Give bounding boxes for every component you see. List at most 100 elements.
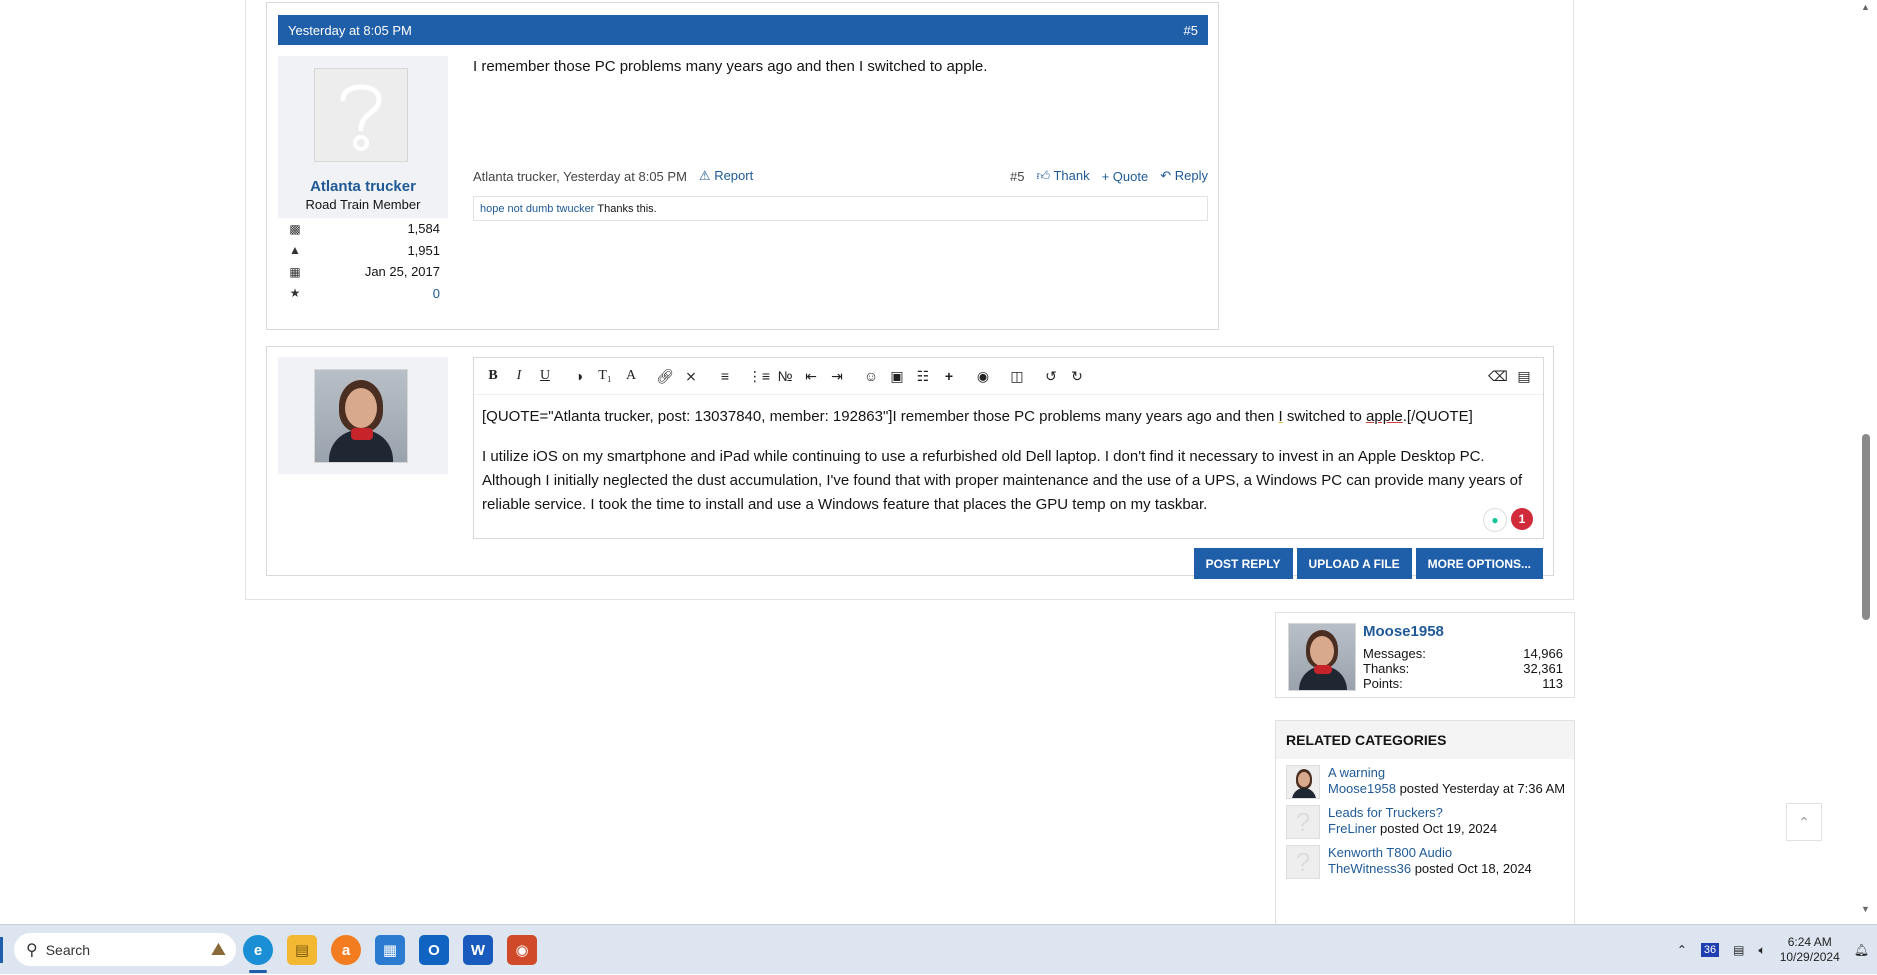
reply-label: Reply: [1174, 168, 1208, 183]
user-card-name[interactable]: Moose1958: [1363, 623, 1444, 640]
thanks-text: Thanks this.: [597, 202, 657, 215]
post-author-panel: Atlanta trucker Road Train Member ▩ 1,58…: [278, 56, 448, 321]
numbered-list-icon[interactable]: №: [772, 363, 798, 389]
chevron-up-icon[interactable]: ⌃: [1677, 943, 1687, 957]
grammar-count-badge[interactable]: 1: [1511, 508, 1533, 530]
font-icon[interactable]: A: [618, 363, 644, 389]
post-number-link[interactable]: #5: [1184, 23, 1198, 38]
save-draft-icon[interactable]: ◫: [1004, 363, 1030, 389]
post-meta: Atlanta trucker, Yesterday at 8:05 PM ⚠ …: [473, 166, 1208, 186]
smilies-icon[interactable]: ☺: [858, 363, 884, 389]
undo-icon[interactable]: ↺: [1038, 363, 1064, 389]
post-message: I remember those PC problems many years …: [473, 58, 988, 75]
author-name[interactable]: Atlanta trucker: [278, 178, 448, 195]
post-byline: Atlanta trucker, Yesterday at 8:05 PM: [473, 168, 687, 184]
search-placeholder: Search: [45, 941, 91, 958]
bullet-list-icon[interactable]: ⋮≡: [746, 363, 772, 389]
media-icon[interactable]: ☷: [910, 363, 936, 389]
align-icon[interactable]: ≡: [712, 363, 738, 389]
user-card-avatar[interactable]: [1288, 623, 1356, 691]
question-mark-icon: [340, 84, 382, 151]
italic-icon[interactable]: I: [506, 363, 532, 389]
redo-icon[interactable]: ↻: [1064, 363, 1090, 389]
page-scrollbar[interactable]: ▲ ▼: [1857, 0, 1877, 924]
thumbs-up-icon: ▲: [289, 243, 301, 258]
thank-button[interactable]: 👍︎ Thank: [1036, 168, 1089, 184]
reply-actions: POST REPLY UPLOAD A FILE MORE OPTIONS...: [1193, 548, 1543, 579]
upload-file-button[interactable]: UPLOAD A FILE: [1296, 548, 1412, 579]
related-item[interactable]: A warning Moose1958 posted Yesterday at …: [1276, 759, 1574, 799]
related-categories: RELATED CATEGORIES A warning Moose1958 p…: [1275, 720, 1575, 930]
scroll-up-arrow-icon[interactable]: ▲: [1861, 2, 1870, 12]
grammarly-icon[interactable]: ●: [1483, 508, 1507, 532]
app-icon[interactable]: ◉: [507, 935, 537, 965]
bold-icon[interactable]: B: [480, 363, 506, 389]
report-link[interactable]: ⚠ Report: [699, 168, 753, 184]
post-permalink[interactable]: #5: [1010, 169, 1024, 184]
related-link[interactable]: Kenworth T800 Audio: [1328, 845, 1532, 861]
related-user[interactable]: TheWitness36: [1328, 861, 1411, 876]
post-reply-button[interactable]: POST REPLY: [1193, 548, 1293, 579]
taskbar-search[interactable]: ⚲ Search ⛰: [14, 933, 236, 966]
related-link[interactable]: Leads for Truckers?: [1328, 805, 1497, 821]
reply-paragraph: I utilize iOS on my smartphone and iPad …: [482, 448, 1523, 513]
notification-bell-icon[interactable]: 🔔︎: [1854, 943, 1869, 957]
stat-joined: ▦ Jan 25, 2017: [278, 261, 448, 283]
reply-editor[interactable]: B I U ◑ T₁ A 🔗︎ ⨯ ≡ ⋮≡ № ⇤ ⇥ ☺ ▣ ☷ + ◉ ◫…: [473, 357, 1544, 539]
stat-joined-value: Jan 25, 2017: [364, 264, 440, 280]
thanks-user-link[interactable]: hope not dumb twucker: [480, 203, 594, 215]
indent-icon[interactable]: ⇥: [824, 363, 850, 389]
scrollbar-thumb[interactable]: [1862, 434, 1870, 620]
underline-icon[interactable]: U: [532, 363, 558, 389]
insert-icon[interactable]: +: [936, 363, 962, 389]
outlook-icon[interactable]: O: [419, 935, 449, 965]
file-explorer-icon[interactable]: ▤: [287, 935, 317, 965]
start-edge: [0, 937, 3, 963]
related-user[interactable]: FreLiner: [1328, 821, 1376, 836]
tray-badge[interactable]: 36: [1700, 943, 1720, 957]
scroll-down-arrow-icon[interactable]: ▼: [1861, 904, 1870, 914]
post-header: Yesterday at 8:05 PM #5: [278, 15, 1208, 45]
user-avatar[interactable]: [314, 369, 408, 463]
system-tray: ⌃ 36 ▤ 🔈︎ 6:24 AM 10/29/2024 🔔︎: [1677, 925, 1869, 975]
chevron-up-icon: ⌃: [1798, 813, 1810, 830]
avast-icon[interactable]: a: [331, 935, 361, 965]
thanks-list: hope not dumb twucker Thanks this.: [473, 196, 1208, 221]
related-avatar: [1286, 765, 1320, 799]
related-link[interactable]: A warning: [1328, 765, 1565, 781]
volume-icon[interactable]: 🔈︎: [1759, 943, 1766, 958]
word-icon[interactable]: W: [463, 935, 493, 965]
comments-icon: ▩: [289, 221, 301, 236]
quick-reply: B I U ◑ T₁ A 🔗︎ ⨯ ≡ ⋮≡ № ⇤ ⇥ ☺ ▣ ☷ + ◉ ◫…: [266, 346, 1554, 579]
remove-format-icon[interactable]: ⌫: [1485, 363, 1511, 389]
more-options-button[interactable]: MORE OPTIONS...: [1415, 548, 1543, 579]
quote-button[interactable]: + Quote: [1102, 169, 1149, 184]
scroll-to-top-button[interactable]: ⌃: [1786, 803, 1822, 841]
unlink-icon[interactable]: ⨯: [678, 363, 704, 389]
edge-icon[interactable]: e: [243, 935, 273, 965]
store-icon[interactable]: ▦: [375, 935, 405, 965]
warning-icon: ⚠: [698, 168, 711, 183]
toggle-bbcode-icon[interactable]: ▤: [1511, 363, 1537, 389]
image-icon[interactable]: ▣: [884, 363, 910, 389]
default-avatar[interactable]: [314, 68, 408, 162]
related-user[interactable]: Moose1958: [1328, 781, 1396, 796]
network-icon[interactable]: ▤: [1733, 943, 1744, 957]
grammar-checker[interactable]: ● 1: [1483, 508, 1533, 532]
thank-label: Thank: [1053, 168, 1090, 183]
clock[interactable]: 6:24 AM 10/29/2024: [1780, 935, 1840, 965]
outdent-icon[interactable]: ⇤: [798, 363, 824, 389]
editor-content[interactable]: [QUOTE="Atlanta trucker, post: 13037840,…: [474, 395, 1543, 517]
color-icon[interactable]: ◑: [566, 363, 592, 389]
reply-button[interactable]: ↶ Reply: [1160, 168, 1208, 184]
author-stats: ▩ 1,584 ▲ 1,951 ▦ Jan 25, 2017 ★ 0: [278, 218, 448, 321]
stat-messages: ▩ 1,584: [278, 218, 448, 240]
related-item[interactable]: ? Leads for Truckers? FreLiner posted Oc…: [1276, 799, 1574, 839]
stat-points-value[interactable]: 0: [433, 286, 440, 301]
font-size-icon[interactable]: T₁: [592, 363, 618, 389]
user-card-thanks: Thanks: 32,361: [1363, 661, 1563, 676]
screenshot-icon[interactable]: ◉: [970, 363, 996, 389]
reply-arrow-icon: ↶: [1160, 168, 1172, 183]
related-item[interactable]: ? Kenworth T800 Audio TheWitness36 poste…: [1276, 839, 1574, 879]
link-icon[interactable]: 🔗︎: [652, 363, 678, 389]
